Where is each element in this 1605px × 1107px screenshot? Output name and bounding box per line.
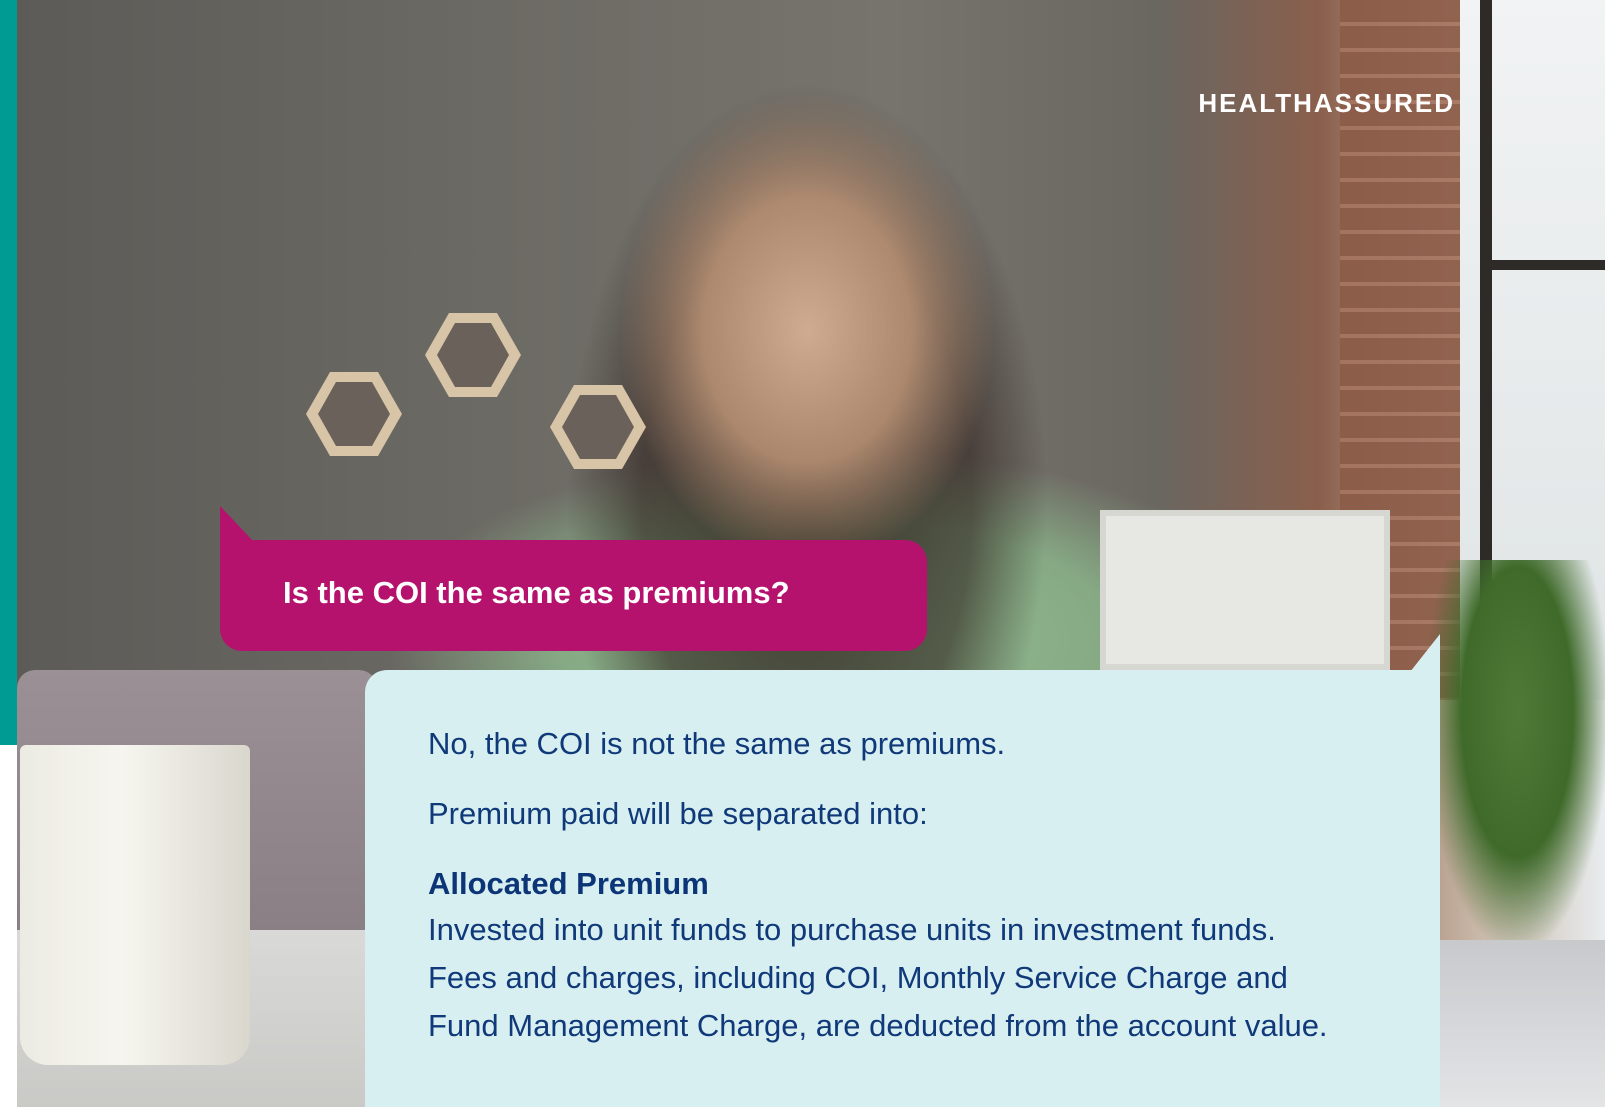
mug — [20, 745, 250, 1065]
brand-logo: HEALTHASSURED — [1198, 88, 1455, 118]
answer-line-1: No, the COI is not the same as premiums. — [428, 726, 1006, 761]
page: HEALTHASSURED Is the COI the same as pre… — [0, 0, 1605, 1107]
laptop — [1420, 940, 1605, 1107]
question-text: Is the COI the same as premiums? — [283, 575, 790, 610]
question-bubble: Is the COI the same as premiums? — [220, 540, 927, 651]
plant — [1430, 560, 1605, 940]
answer-bubble: No, the COI is not the same as premiums.… — [365, 670, 1440, 1107]
cabinet — [1100, 510, 1390, 670]
allocated-premium-heading: Allocated Premium — [428, 866, 709, 901]
accent-bar — [0, 0, 17, 745]
window-bar — [1480, 260, 1605, 270]
answer-line-2: Premium paid will be separated into: — [428, 796, 928, 831]
allocated-premium-body: Invested into unit funds to purchase uni… — [428, 912, 1328, 1043]
